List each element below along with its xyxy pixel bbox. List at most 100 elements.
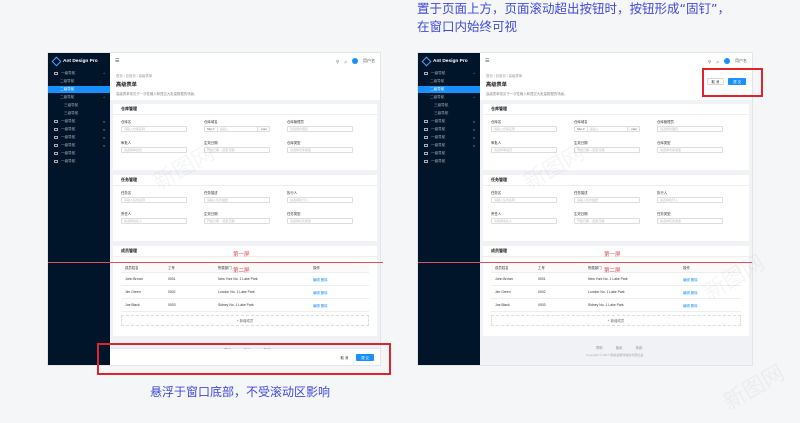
form-field: 任务名 请输入任务名称 xyxy=(491,190,557,203)
menu-fold-icon[interactable]: ☰ xyxy=(115,58,119,64)
field-label: 生效日期 xyxy=(204,212,218,216)
sidebar-item[interactable]: 一级导航 v xyxy=(48,126,110,133)
sidebar-item[interactable]: 一级导航 xyxy=(48,158,110,165)
sidebar-item[interactable]: 三级导航 xyxy=(48,102,110,109)
field-label: 仓库管理员 xyxy=(287,120,304,124)
sidebar-item[interactable]: 三级导航 xyxy=(418,110,480,117)
field-input[interactable]: 请输入任务描述 xyxy=(204,197,270,203)
sidebar-item-label: 三级导航 xyxy=(434,103,449,107)
sidebar-item[interactable]: 一级导航 v xyxy=(418,142,480,149)
field-input[interactable]: 请选择仓库类型 xyxy=(657,147,723,153)
column-header: 成员姓名 xyxy=(125,266,139,270)
sidebar-item[interactable]: 一级导航 v xyxy=(418,134,480,141)
sidebar-item[interactable]: 二级导航 xyxy=(48,86,110,93)
field-input[interactable]: 请选择管理员 xyxy=(657,126,723,132)
cell-dept: Sidney No. 1 Lake Park xyxy=(588,303,624,307)
table-row: Joe Black 0003 Sidney No. 1 Lake Park 编辑 删除 xyxy=(491,299,741,312)
sidebar-item[interactable]: 二级导航 xyxy=(418,78,480,85)
avatar[interactable] xyxy=(352,58,358,64)
footer-link[interactable]: 条款 xyxy=(636,345,643,350)
menu-icon xyxy=(54,72,58,75)
sidebar-item-label: 二级导航 xyxy=(430,87,445,91)
avatar[interactable] xyxy=(724,58,730,64)
field-input[interactable]: 请输入仓库名称 xyxy=(121,126,187,132)
field-input[interactable]: 请选择仓库类型 xyxy=(287,147,353,153)
menu-icon xyxy=(54,120,58,123)
field-input[interactable]: 开始日期 ~ 结束日期 xyxy=(574,147,640,153)
sidebar-item-label: 二级导航 xyxy=(430,79,445,83)
field-input[interactable]: 请输入任务描述 xyxy=(574,197,640,203)
field-input[interactable]: http://请输入 .com xyxy=(574,126,640,132)
field-input[interactable]: 请选择任务类型 xyxy=(287,218,353,224)
logo[interactable]: Ant Design Pro xyxy=(48,53,110,69)
row-actions[interactable]: 编辑 删除 xyxy=(313,277,369,282)
page-header: 首页 / 应用页 / 高级表单 高级表单 高级表单常见于一次性输入和提交大批量数… xyxy=(110,69,380,100)
sidebar-item[interactable]: 一级导航 v xyxy=(48,118,110,125)
card-task: 任务管理 任务名 请输入任务名称 任务描述 请输入任务描述 执行人 请选择执行人 责任人 请选… xyxy=(113,175,377,241)
input-placeholder: 请选择管理员 xyxy=(290,127,309,131)
field-input[interactable]: 请输入任务名称 xyxy=(491,197,557,203)
breadcrumb[interactable]: 首页 / 应用页 / 高级表单 xyxy=(116,73,374,78)
field-input[interactable]: 请选择责任人 xyxy=(121,218,187,224)
bell-icon[interactable]: ♫ xyxy=(716,59,719,64)
logo[interactable]: Ant Design Pro xyxy=(418,53,480,69)
field-input[interactable]: 请选择任务类型 xyxy=(657,218,723,224)
field-input[interactable]: 请选择执行人 xyxy=(287,197,353,203)
sidebar-item[interactable]: 一级导航 v xyxy=(48,142,110,149)
field-label: 审批人 xyxy=(121,141,132,145)
top-caption-line1: 置于页面上方，页面滚动超出按钮时，按钮形成“固钉”， xyxy=(417,1,730,16)
sidebar-item[interactable]: 一级导航 xyxy=(48,150,110,157)
field-input[interactable]: 请选择管理员 xyxy=(287,126,353,132)
sidebar-item[interactable]: 二级导航 xyxy=(418,86,480,93)
table-row: Joe Black 0003 Sidney No. 1 Lake Park 编辑 删除 xyxy=(121,299,369,312)
input-suffix: .com xyxy=(257,127,269,131)
field-label: 仓库名 xyxy=(121,120,132,124)
add-member-button[interactable]: + 新增成员 xyxy=(491,315,741,326)
sidebar-item[interactable]: 一级导航 v xyxy=(418,118,480,125)
field-label: 仓库名 xyxy=(491,120,502,124)
field-label: 执行人 xyxy=(287,191,298,195)
field-input[interactable]: 请输入任务名称 xyxy=(121,197,187,203)
footer-link[interactable]: 帮助 xyxy=(596,345,603,350)
input-placeholder: 请选择仓库类型 xyxy=(290,148,312,152)
menu-icon xyxy=(54,152,58,155)
sidebar-item[interactable]: 一级导航 ^ xyxy=(418,70,480,77)
field-input[interactable]: 请选择责任人 xyxy=(491,218,557,224)
bell-icon[interactable]: ♫ xyxy=(344,59,347,64)
sidebar-item[interactable]: 二级导航 xyxy=(48,78,110,85)
cell-dept: Sidney No. 1 Lake Park xyxy=(218,303,254,307)
user-name[interactable]: 用户名 xyxy=(735,58,747,64)
sidebar-item[interactable]: 一级导航 v xyxy=(418,126,480,133)
footer-link[interactable]: 隐私 xyxy=(616,345,623,350)
sidebar-item[interactable]: 三级导航 xyxy=(418,102,480,109)
sidebar-item[interactable]: 一级导航 v xyxy=(48,134,110,141)
search-icon[interactable]: ⚲ xyxy=(708,59,711,64)
logo-text: Ant Design Pro xyxy=(433,58,468,64)
field-input[interactable]: 请输入仓库名称 xyxy=(491,126,557,132)
field-input[interactable]: 开始日期 ~ 结束日期 xyxy=(574,218,640,224)
field-label: 生效日期 xyxy=(574,141,588,145)
sidebar-item[interactable]: 一级导航 ^ xyxy=(48,70,110,77)
sidebar-item[interactable]: 一级导航 xyxy=(418,158,480,165)
top-header: ☰ ⚲ ♫ 用户名 xyxy=(110,53,380,69)
row-actions[interactable]: 编辑 删除 xyxy=(313,303,369,308)
input-placeholder: 请选择执行人 xyxy=(660,198,679,202)
form-field: 责任人 请选择责任人 xyxy=(491,211,557,224)
search-icon[interactable]: ⚲ xyxy=(336,59,339,64)
sidebar-item[interactable]: 二级导航 ^ xyxy=(48,94,110,101)
field-input[interactable]: 开始日期 ~ 结束日期 xyxy=(204,147,270,153)
sidebar-item[interactable]: 一级导航 xyxy=(418,150,480,157)
field-input[interactable]: 开始日期 ~ 结束日期 xyxy=(204,218,270,224)
form-field: 仓库类型 请选择仓库类型 xyxy=(287,140,353,153)
page-description: 高级表单常见于一次性输入和提交大批量数据的场景。 xyxy=(116,92,198,96)
row-actions[interactable]: 编辑 删除 xyxy=(313,290,369,295)
logo-icon xyxy=(51,56,62,66)
page-title: 高级表单 xyxy=(116,82,137,88)
user-name[interactable]: 用户名 xyxy=(363,58,375,64)
menu-fold-icon[interactable]: ☰ xyxy=(485,58,489,64)
field-input[interactable]: http://请输入 .com xyxy=(204,126,270,132)
field-input[interactable]: 请选择执行人 xyxy=(657,197,723,203)
add-member-button[interactable]: + 新增成员 xyxy=(121,315,369,326)
sidebar-item[interactable]: 三级导航 xyxy=(48,110,110,117)
sidebar-item[interactable]: 二级导航 ^ xyxy=(418,94,480,101)
